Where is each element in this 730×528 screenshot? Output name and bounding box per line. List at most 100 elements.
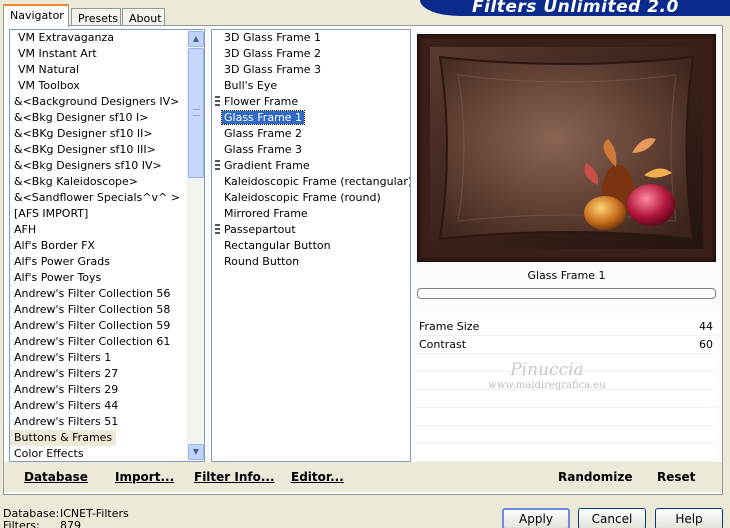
- filter-list[interactable]: 3D Glass Frame 1 3D Glass Frame 2 3D Glass…: [211, 29, 411, 462]
- category-item[interactable]: Andrew's Filters 29: [10, 382, 204, 398]
- param-row-empty: [416, 426, 716, 444]
- category-item[interactable]: VM Instant Art: [10, 46, 204, 62]
- randomize-button[interactable]: Randomize: [558, 470, 632, 484]
- param-value[interactable]: 44: [699, 318, 713, 336]
- category-scrollbar[interactable]: ▲ ▼: [187, 30, 204, 461]
- filter-label: 3D Glass Frame 3: [224, 63, 322, 76]
- filter-item[interactable]: Glass Frame 3: [212, 142, 410, 158]
- category-item[interactable]: Andrew's Filter Collection 58: [10, 302, 204, 318]
- filter-label: 3D Glass Frame 2: [224, 47, 322, 60]
- category-item[interactable]: Andrew's Filters 44: [10, 398, 204, 414]
- category-label: Alf's Power Toys: [14, 271, 102, 284]
- category-item[interactable]: Alf's Border FX: [10, 238, 204, 254]
- category-label: Alf's Border FX: [14, 239, 95, 252]
- category-label: Andrew's Filters 51: [14, 415, 119, 428]
- filter-item[interactable]: Bull's Eye: [212, 78, 410, 94]
- param-row-frame-size[interactable]: Frame Size 44: [416, 318, 716, 336]
- category-item[interactable]: Color Effects: [10, 446, 204, 461]
- filter-item[interactable]: Glass Frame 2: [212, 126, 410, 142]
- watermark: Pinuccia www.maidiregrafica.eu: [482, 360, 612, 391]
- filter-label: Flower Frame: [224, 95, 299, 108]
- category-label: Andrew's Filter Collection 61: [14, 335, 171, 348]
- category-label: Color Effects: [14, 447, 84, 460]
- cancel-button[interactable]: Cancel: [578, 508, 646, 528]
- submenu-marker-icon: [215, 160, 220, 172]
- grip-icon: [193, 109, 200, 116]
- category-label: Buttons & Frames: [10, 430, 117, 446]
- category-item[interactable]: &<Background Designers IV>: [10, 94, 204, 110]
- filter-label: Passepartout: [224, 223, 296, 236]
- import-button[interactable]: Import...: [115, 470, 174, 484]
- category-item[interactable]: Andrew's Filters 51: [10, 414, 204, 430]
- category-item[interactable]: Andrew's Filters 1: [10, 350, 204, 366]
- category-label: &<Background Designers IV>: [14, 95, 180, 108]
- editor-button[interactable]: Editor...: [291, 470, 344, 484]
- category-label: Andrew's Filters 29: [14, 383, 119, 396]
- filter-item[interactable]: Flower Frame: [212, 94, 410, 110]
- submenu-marker-icon: [215, 96, 220, 108]
- category-item[interactable]: Andrew's Filters 27: [10, 366, 204, 382]
- help-button[interactable]: Help: [655, 508, 723, 528]
- filter-item[interactable]: 3D Glass Frame 3: [212, 62, 410, 78]
- tab-navigator[interactable]: Navigator: [3, 4, 69, 27]
- category-label: &<Bkg Kaleidoscope>: [14, 175, 139, 188]
- category-item[interactable]: VM Extravaganza: [10, 30, 204, 46]
- scroll-up-button[interactable]: ▲: [188, 31, 204, 47]
- category-label: Andrew's Filters 1: [14, 351, 112, 364]
- filter-item[interactable]: Passepartout: [212, 222, 410, 238]
- category-item[interactable]: Andrew's Filter Collection 61: [10, 334, 204, 350]
- category-item[interactable]: &<Bkg Designer sf10 I>: [10, 110, 204, 126]
- apply-button[interactable]: Apply: [502, 508, 570, 528]
- category-item[interactable]: Alf's Power Toys: [10, 270, 204, 286]
- category-item[interactable]: [AFS IMPORT]: [10, 206, 204, 222]
- filter-item[interactable]: Glass Frame 1: [212, 110, 410, 126]
- reset-button[interactable]: Reset: [657, 470, 695, 484]
- filter-item[interactable]: Kaleidoscopic Frame (round): [212, 190, 410, 206]
- filter-info-button[interactable]: Filter Info...: [194, 470, 275, 484]
- scroll-down-button[interactable]: ▼: [188, 444, 204, 460]
- param-value[interactable]: 60: [699, 336, 713, 354]
- category-item[interactable]: Andrew's Filter Collection 59: [10, 318, 204, 334]
- category-label: Andrew's Filters 27: [14, 367, 119, 380]
- category-item[interactable]: Buttons & Frames: [10, 430, 204, 446]
- category-label: VM Instant Art: [18, 47, 97, 60]
- watermark-url: www.maidiregrafica.eu: [488, 380, 606, 391]
- category-label: Andrew's Filter Collection 58: [14, 303, 171, 316]
- category-label: VM Extravaganza: [18, 31, 115, 44]
- filter-label: Glass Frame 3: [224, 143, 303, 156]
- filter-item[interactable]: Kaleidoscopic Frame (rectangular): [212, 174, 410, 190]
- watermark-title: Pinuccia: [510, 360, 584, 380]
- preview-artwork: [421, 38, 712, 258]
- category-label: AFH: [14, 223, 37, 236]
- category-list[interactable]: VM Extravaganza VM Instant Art VM Natural V…: [9, 29, 205, 462]
- filter-item[interactable]: Round Button: [212, 254, 410, 270]
- filter-item[interactable]: 3D Glass Frame 1: [212, 30, 410, 46]
- category-item[interactable]: VM Toolbox: [10, 78, 204, 94]
- filter-item[interactable]: Gradient Frame: [212, 158, 410, 174]
- param-row-empty: [416, 390, 716, 408]
- category-label: &<BKg Designer sf10 II>: [14, 127, 153, 140]
- status-filters-value: 879: [60, 519, 81, 528]
- scroll-thumb[interactable]: [188, 48, 204, 178]
- category-label: &<Bkg Designers sf10 IV>: [14, 159, 162, 172]
- app-banner: Filters Unlimited 2.0: [420, 0, 730, 16]
- category-item[interactable]: &<BKg Designer sf10 III>: [10, 142, 204, 158]
- category-item[interactable]: Andrew's Filter Collection 56: [10, 286, 204, 302]
- filter-item[interactable]: 3D Glass Frame 2: [212, 46, 410, 62]
- filter-label: Glass Frame 2: [224, 127, 303, 140]
- param-row-contrast[interactable]: Contrast 60: [416, 336, 716, 354]
- filter-label: Kaleidoscopic Frame (rectangular): [224, 175, 411, 188]
- param-name: Contrast: [419, 338, 467, 351]
- filter-label: Kaleidoscopic Frame (round): [224, 191, 381, 204]
- category-item[interactable]: AFH: [10, 222, 204, 238]
- filter-item[interactable]: Mirrored Frame: [212, 206, 410, 222]
- filter-item[interactable]: Rectangular Button: [212, 238, 410, 254]
- category-item[interactable]: &<Bkg Designers sf10 IV>: [10, 158, 204, 174]
- category-item[interactable]: &<Bkg Kaleidoscope>: [10, 174, 204, 190]
- submenu-marker-icon: [215, 224, 220, 236]
- database-button[interactable]: Database: [24, 470, 88, 484]
- category-item[interactable]: &<BKg Designer sf10 II>: [10, 126, 204, 142]
- category-item[interactable]: Alf's Power Grads: [10, 254, 204, 270]
- category-item[interactable]: &<Sandflower Specials^v^ >: [10, 190, 204, 206]
- category-item[interactable]: VM Natural: [10, 62, 204, 78]
